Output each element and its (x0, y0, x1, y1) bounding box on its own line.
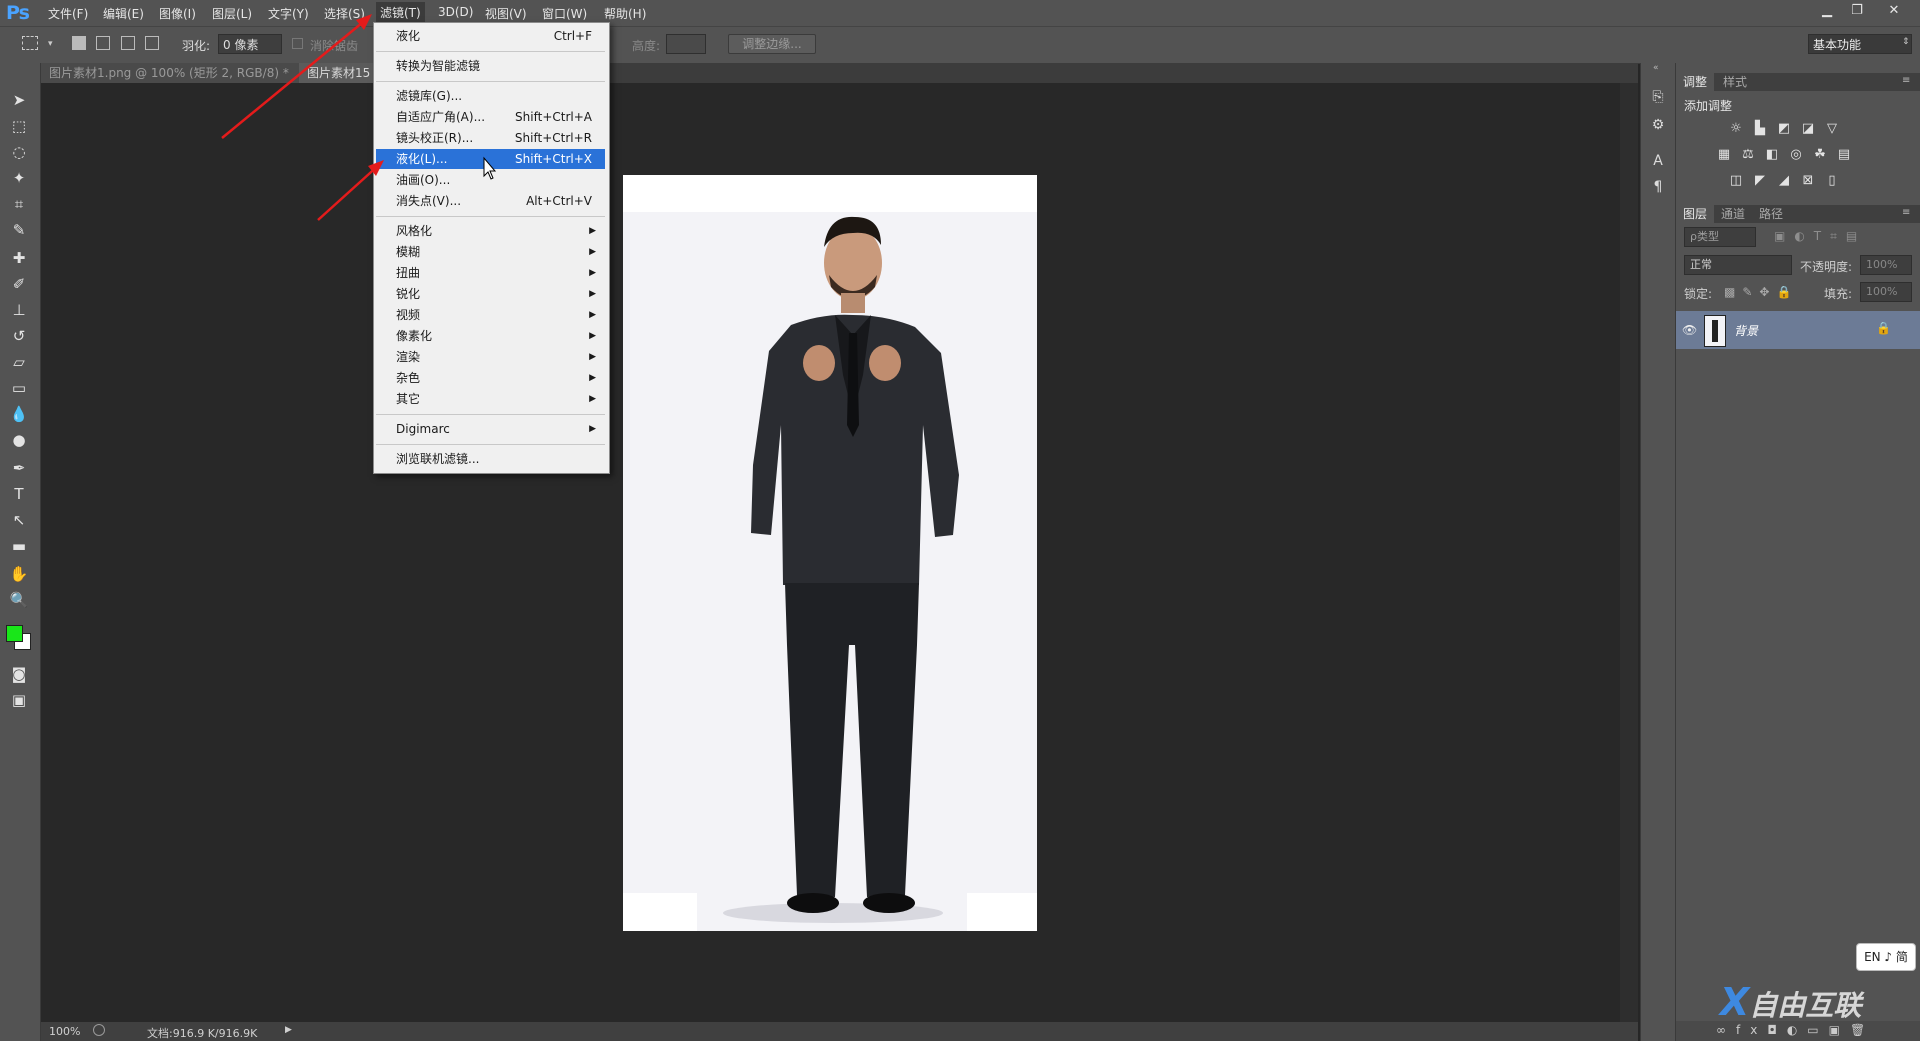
annotation-arrow-2 (317, 163, 381, 221)
annotation-arrowhead-1 (356, 14, 372, 30)
annotation-arrow-1 (221, 17, 369, 139)
annotation-arrows (221, 14, 497, 221)
mouse-cursor-icon (483, 156, 497, 180)
